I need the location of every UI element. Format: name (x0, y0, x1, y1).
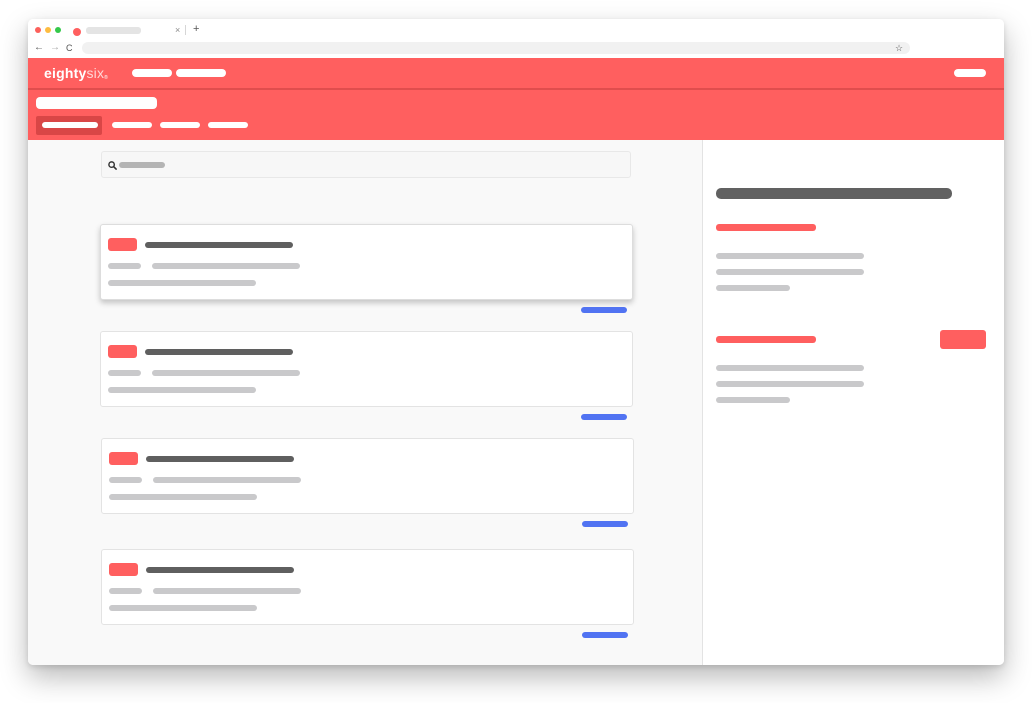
section-2-line-1 (716, 365, 864, 371)
list-card[interactable] (101, 438, 634, 514)
card-title (145, 242, 293, 248)
card-meta-value (152, 370, 300, 376)
address-bar[interactable] (82, 42, 910, 54)
card-meta-label (109, 588, 142, 594)
nav-link-1[interactable] (132, 69, 172, 77)
card-description (109, 494, 257, 500)
tab-title[interactable] (86, 27, 141, 34)
list-card[interactable] (100, 331, 633, 407)
card-meta-label (108, 263, 141, 269)
app-header: eightysix® (28, 58, 1004, 90)
tab-active-label (42, 122, 98, 128)
forward-icon[interactable]: → (50, 43, 60, 53)
browser-chrome: × + ← → C ☆ (28, 19, 1004, 58)
logo-accent-text: six (86, 65, 105, 81)
section-1-line-1 (716, 253, 864, 259)
new-tab-button[interactable]: + (193, 24, 199, 35)
section-2-line-3 (716, 397, 790, 403)
maximize-window-button[interactable] (55, 27, 61, 33)
tab-2[interactable] (112, 122, 152, 128)
card-meta-label (108, 370, 141, 376)
page-header (28, 90, 1004, 140)
card-title (146, 456, 294, 462)
card-description (108, 387, 256, 393)
card-action-link[interactable] (582, 632, 628, 638)
section-action-button[interactable] (940, 330, 986, 349)
logo[interactable]: eightysix® (44, 65, 108, 81)
section-heading-2 (716, 336, 816, 343)
tab-4[interactable] (208, 122, 248, 128)
browser-window: × + ← → C ☆ eightysix® (28, 19, 1004, 665)
card-meta-value (153, 477, 301, 483)
card-title (145, 349, 293, 355)
status-badge (109, 452, 138, 465)
search-placeholder (119, 162, 165, 168)
detail-title (716, 188, 952, 199)
card-meta-value (152, 263, 300, 269)
section-1-line-2 (716, 269, 864, 275)
minimize-window-button[interactable] (45, 27, 51, 33)
bookmark-star-icon[interactable]: ☆ (895, 43, 903, 53)
status-badge (108, 238, 137, 251)
account-menu-button[interactable] (954, 69, 986, 77)
logo-mark: ® (104, 75, 109, 81)
nav-link-2[interactable] (176, 69, 226, 77)
detail-panel (704, 140, 1004, 665)
card-action-link[interactable] (581, 414, 627, 420)
reload-icon[interactable]: C (66, 43, 73, 53)
card-meta-value (153, 588, 301, 594)
search-input[interactable] (101, 151, 631, 178)
section-1-line-3 (716, 285, 790, 291)
status-badge (108, 345, 137, 358)
list-card[interactable] (100, 224, 633, 300)
card-description (108, 280, 256, 286)
search-icon (108, 161, 117, 170)
page-title (36, 97, 157, 109)
tab-close-icon[interactable]: × (175, 25, 180, 35)
tab-3[interactable] (160, 122, 200, 128)
card-meta-label (109, 477, 142, 483)
back-icon[interactable]: ← (34, 43, 44, 53)
card-title (146, 567, 294, 573)
tab-divider (185, 25, 186, 35)
status-badge (109, 563, 138, 576)
card-action-link[interactable] (581, 307, 627, 313)
card-action-link[interactable] (582, 521, 628, 527)
card-description (109, 605, 257, 611)
section-heading-1 (716, 224, 816, 231)
list-pane (28, 140, 703, 665)
section-2-line-2 (716, 381, 864, 387)
close-window-button[interactable] (35, 27, 41, 33)
list-card[interactable] (101, 549, 634, 625)
logo-main-text: eighty (44, 65, 87, 81)
tab-favicon-icon (73, 28, 81, 36)
